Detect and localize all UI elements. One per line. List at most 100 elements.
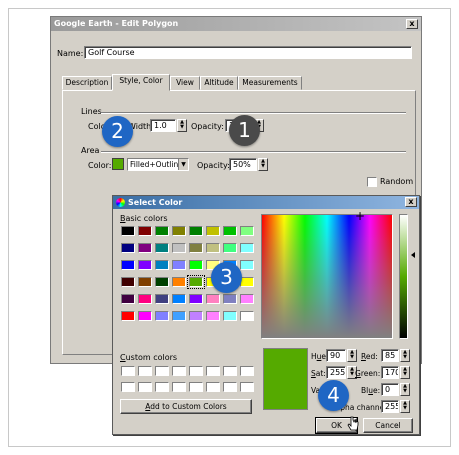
tab-altitude[interactable]: Altitude — [200, 76, 238, 90]
basic-color-swatch[interactable] — [138, 277, 152, 287]
custom-color-swatch[interactable] — [138, 366, 152, 376]
basic-color-swatch[interactable] — [155, 311, 169, 321]
alpha-input[interactable]: 255 — [381, 400, 399, 413]
name-input[interactable]: Golf Course — [84, 46, 412, 59]
basic-color-swatch[interactable] — [240, 311, 254, 321]
basic-color-swatch[interactable] — [172, 311, 186, 321]
crosshair-icon: + — [355, 209, 366, 223]
random-label: Random — [380, 177, 414, 186]
basic-color-swatch[interactable] — [121, 311, 135, 321]
custom-color-swatch[interactable] — [240, 382, 254, 392]
custom-color-swatch[interactable] — [189, 382, 203, 392]
add-custom-colors-button[interactable]: Add to Custom Colors — [120, 399, 252, 414]
green-input[interactable]: 170 — [381, 366, 399, 379]
basic-color-swatch[interactable] — [206, 311, 220, 321]
basic-color-swatch[interactable] — [240, 277, 254, 287]
step-badge-1: 1 — [229, 115, 260, 146]
area-opacity-spinner[interactable]: ▲ ▼ — [258, 158, 268, 171]
basic-color-swatch[interactable] — [121, 226, 135, 236]
basic-color-swatch[interactable] — [172, 260, 186, 270]
basic-color-swatch[interactable] — [172, 294, 186, 304]
area-group-label: Area — [81, 146, 100, 155]
color-spectrum[interactable] — [261, 214, 393, 339]
basic-color-swatch[interactable] — [206, 243, 220, 253]
close-button[interactable]: x — [406, 19, 418, 29]
tab-measurements[interactable]: Measurements — [238, 76, 302, 90]
basic-color-swatch[interactable] — [138, 294, 152, 304]
hue-spinner[interactable]: ▲ ▼ — [347, 349, 357, 362]
color-dialog-close-button[interactable]: x — [405, 197, 417, 207]
basic-color-swatch[interactable] — [155, 243, 169, 253]
basic-color-swatch[interactable] — [240, 294, 254, 304]
basic-color-swatch[interactable] — [189, 226, 203, 236]
basic-color-swatch[interactable] — [155, 277, 169, 287]
fill-mode-select[interactable]: Filled+Outlined ▼ — [127, 158, 189, 171]
basic-color-swatch[interactable] — [138, 243, 152, 253]
custom-color-swatch[interactable] — [223, 382, 237, 392]
basic-color-swatch[interactable] — [240, 226, 254, 236]
basic-color-swatch[interactable] — [189, 311, 203, 321]
custom-color-swatch[interactable] — [121, 382, 135, 392]
basic-color-swatch[interactable] — [187, 275, 205, 289]
custom-color-swatch[interactable] — [206, 366, 220, 376]
hue-input[interactable]: 90 — [326, 349, 346, 362]
green-spinner[interactable]: ▲ ▼ — [400, 366, 410, 379]
basic-color-swatch[interactable] — [121, 294, 135, 304]
tab-style-color[interactable]: Style, Color — [112, 74, 170, 91]
basic-color-swatch[interactable] — [189, 294, 203, 304]
basic-color-swatch[interactable] — [172, 226, 186, 236]
custom-color-swatch[interactable] — [121, 366, 135, 376]
luminance-arrow-icon[interactable] — [411, 252, 415, 258]
blue-input[interactable]: 0 — [381, 383, 399, 396]
basic-color-swatch[interactable] — [206, 226, 220, 236]
basic-color-swatch[interactable] — [240, 243, 254, 253]
color-dialog-titlebar[interactable]: Select Color — [113, 196, 419, 209]
basic-color-swatch[interactable] — [189, 260, 203, 270]
blue-spinner[interactable]: ▲ ▼ — [400, 383, 410, 396]
basic-color-swatch[interactable] — [155, 260, 169, 270]
custom-color-swatch[interactable] — [172, 382, 186, 392]
area-color-swatch[interactable] — [112, 158, 124, 170]
lines-width-input[interactable]: 1.0 — [150, 119, 176, 132]
basic-color-swatch[interactable] — [155, 226, 169, 236]
luminance-slider[interactable] — [399, 214, 408, 339]
custom-color-swatch[interactable] — [240, 366, 254, 376]
basic-color-swatch[interactable] — [121, 277, 135, 287]
alpha-spinner[interactable]: ▲ ▼ — [400, 400, 410, 413]
tab-description[interactable]: Description — [62, 76, 112, 90]
lines-width-spinner[interactable]: ▲ ▼ — [177, 119, 187, 132]
sat-input[interactable]: 255 — [326, 366, 346, 379]
basic-color-swatch[interactable] — [172, 277, 186, 287]
red-input[interactable]: 85 — [381, 349, 399, 362]
area-opacity-input[interactable]: 50% — [229, 158, 257, 171]
basic-color-swatch[interactable] — [223, 226, 237, 236]
select-color-dialog: Select Color x Basic colors Custom color… — [112, 195, 420, 435]
custom-color-swatch[interactable] — [206, 382, 220, 392]
custom-color-swatch[interactable] — [155, 382, 169, 392]
custom-color-swatch[interactable] — [138, 382, 152, 392]
basic-color-swatch[interactable] — [138, 311, 152, 321]
tab-view[interactable]: View — [170, 76, 200, 90]
basic-color-swatch[interactable] — [155, 294, 169, 304]
random-checkbox[interactable] — [367, 177, 377, 187]
custom-color-swatch[interactable] — [223, 366, 237, 376]
sat-label: Sat: — [311, 369, 326, 378]
red-spinner[interactable]: ▲ ▼ — [400, 349, 410, 362]
basic-color-swatch[interactable] — [121, 243, 135, 253]
cancel-button[interactable]: Cancel — [363, 418, 413, 433]
chevron-down-icon[interactable]: ▼ — [178, 159, 188, 170]
basic-color-swatch[interactable] — [240, 260, 254, 270]
custom-color-swatch[interactable] — [189, 366, 203, 376]
basic-color-swatch[interactable] — [172, 243, 186, 253]
basic-color-swatch[interactable] — [138, 260, 152, 270]
basic-color-swatch[interactable] — [121, 260, 135, 270]
custom-color-swatch[interactable] — [155, 366, 169, 376]
basic-color-swatch[interactable] — [223, 243, 237, 253]
basic-color-swatch[interactable] — [138, 226, 152, 236]
basic-color-swatch[interactable] — [223, 294, 237, 304]
custom-color-swatch[interactable] — [172, 366, 186, 376]
basic-color-swatch[interactable] — [223, 311, 237, 321]
basic-color-swatch[interactable] — [206, 294, 220, 304]
dialog-titlebar[interactable]: Google Earth - Edit Polygon — [51, 17, 421, 31]
basic-color-swatch[interactable] — [189, 243, 203, 253]
